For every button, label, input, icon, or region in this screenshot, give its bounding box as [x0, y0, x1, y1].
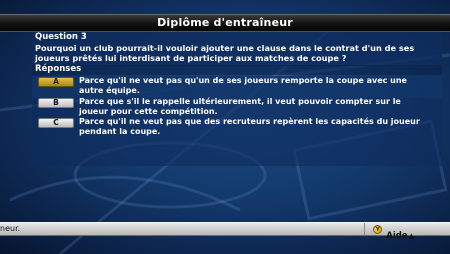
answer-option-b[interactable]: B Parce que s'il le rappelle ultérieurem… — [32, 97, 442, 119]
answer-button-c[interactable]: C — [38, 118, 74, 128]
question-panel: Question 3 Pourquoi un club pourrait-il … — [32, 31, 442, 66]
answer-option-a[interactable]: A Parce qu'il ne veut pas qu'un de ses j… — [32, 76, 442, 98]
answers-header: Réponses — [32, 64, 442, 75]
answer-button-a[interactable]: A — [38, 77, 74, 87]
answers-header-label: Réponses — [35, 64, 82, 74]
help-label: Aide — [386, 231, 408, 241]
question-label: Question 3 — [35, 32, 87, 42]
question-text: Pourquoi un club pourrait-il vouloir ajo… — [35, 43, 415, 63]
bottom-bar: neur. Y Aide▲ — [0, 222, 450, 241]
answer-text-a: Parce qu'il ne veut pas qu'un de ses jou… — [79, 76, 407, 95]
answer-text-c: Parce qu'il ne veut pas que des recruteu… — [79, 117, 420, 136]
page-title: Diplôme d'entraîneur — [157, 16, 293, 29]
caret-up-icon: ▲ — [408, 232, 414, 240]
status-text: neur. — [0, 224, 21, 233]
answer-text-b: Parce que s'il le rappelle ultérieuremen… — [79, 97, 401, 116]
title-bar: Diplôme d'entraîneur — [0, 14, 450, 32]
answer-option-c[interactable]: C Parce qu'il ne veut pas que des recrut… — [32, 117, 442, 139]
game-screen: Diplôme d'entraîneur Question 3 Pourquoi… — [0, 0, 450, 254]
help-button[interactable]: Y Aide▲ — [364, 223, 414, 241]
yellow-y-button-icon: Y — [373, 224, 383, 234]
answer-button-b[interactable]: B — [38, 98, 74, 108]
answers-panel: A Parce qu'il ne veut pas qu'un de ses j… — [32, 76, 442, 166]
